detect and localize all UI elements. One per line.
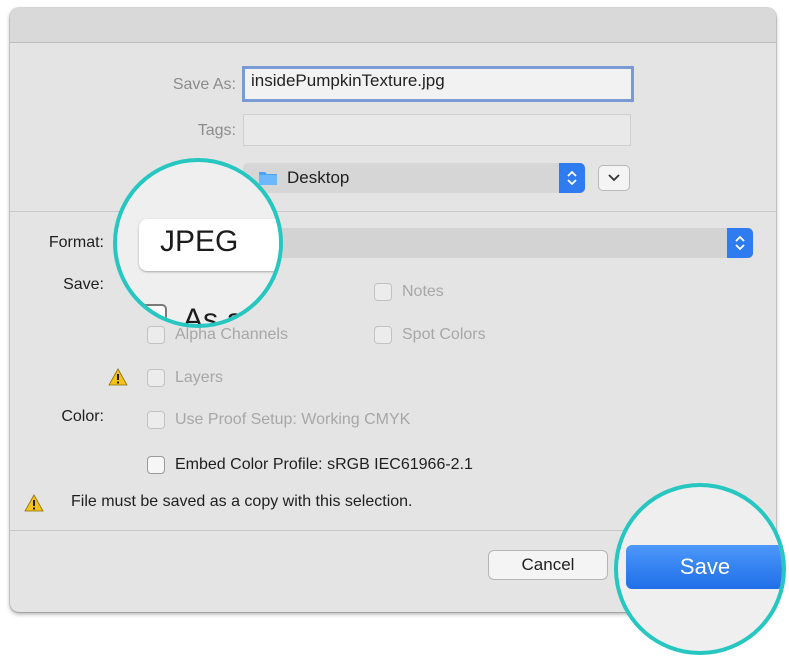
warning-triangle-icon: [24, 494, 44, 512]
checkbox-box[interactable]: [147, 411, 165, 429]
color-label: Color:: [61, 408, 104, 425]
format-label: Format:: [48, 234, 104, 251]
checkbox-box[interactable]: [147, 456, 165, 474]
save-button-label: Save: [679, 554, 731, 579]
warning-triangle-icon: [108, 368, 128, 386]
notes-checkbox[interactable]: Notes: [374, 280, 444, 304]
layers-label: Layers: [175, 369, 224, 386]
copy-warning-message: File must be saved as a copy with this s…: [71, 493, 413, 510]
save-as-input[interactable]: insidePumpkinTexture.jpg: [242, 66, 634, 102]
tags-label: Tags:: [197, 122, 236, 139]
spot-colors-checkbox[interactable]: Spot Colors: [374, 323, 486, 347]
tags-input[interactable]: [243, 114, 631, 146]
checkbox-box[interactable]: [374, 283, 392, 301]
cancel-button[interactable]: Cancel: [488, 550, 608, 580]
checkbox-box[interactable]: [374, 326, 392, 344]
embed-color-profile-label: Embed Color Profile: sRGB IEC61966-2.1: [175, 456, 473, 473]
magnified-format-value: JPEG: [160, 225, 239, 258]
format-magnifier: JPEG As a: [113, 158, 283, 328]
alpha-channels-label: Alpha Channels: [175, 326, 288, 343]
dialog-titlebar: [10, 8, 776, 43]
spot-colors-label: Spot Colors: [402, 326, 486, 343]
layers-checkbox[interactable]: Layers: [147, 366, 223, 390]
save-magnifier: Save: [614, 483, 786, 655]
embed-color-profile-checkbox[interactable]: Embed Color Profile: sRGB IEC61966-2.1: [147, 453, 473, 477]
save-options-label: Save:: [63, 276, 104, 293]
notes-label: Notes: [402, 283, 444, 300]
checkbox-box[interactable]: [147, 369, 165, 387]
use-proof-setup-label: Use Proof Setup: Working CMYK: [175, 411, 411, 428]
up-down-chevron-icon[interactable]: [559, 163, 585, 193]
location-value: Desktop: [287, 168, 350, 187]
save-as-label: Save As:: [172, 76, 236, 93]
chevron-down-icon: [608, 174, 620, 182]
folder-icon: [259, 172, 277, 185]
location-popup[interactable]: Desktop: [243, 163, 585, 193]
expand-button[interactable]: [598, 165, 630, 191]
alpha-channels-checkbox[interactable]: Alpha Channels: [147, 323, 288, 347]
format-stepper-icon[interactable]: [727, 228, 753, 258]
use-proof-setup-checkbox[interactable]: Use Proof Setup: Working CMYK: [147, 408, 410, 432]
checkbox-box[interactable]: [147, 326, 165, 344]
